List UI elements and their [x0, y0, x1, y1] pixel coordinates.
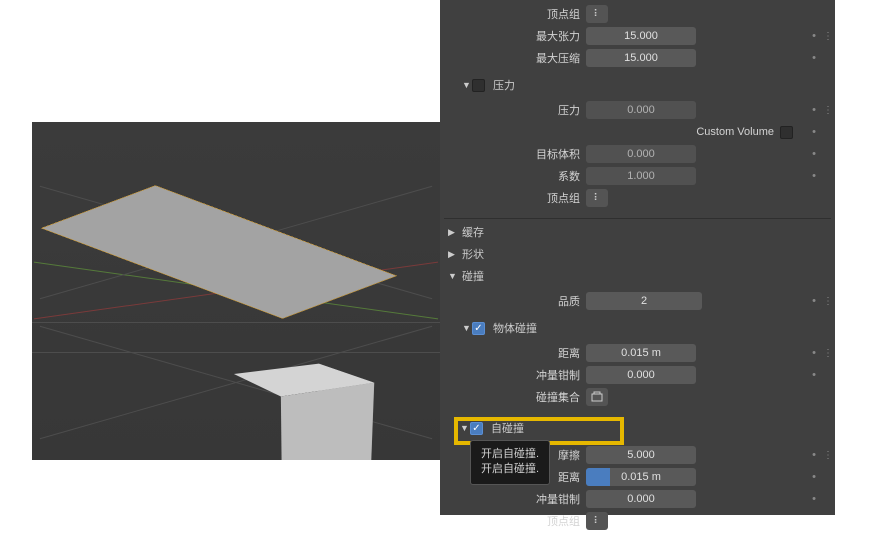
keyframe-dot-icon[interactable]: • — [807, 493, 821, 505]
factor-label: 系数 — [468, 168, 586, 184]
disclosure-triangle-icon — [448, 249, 458, 260]
max-tension-field[interactable]: 15.000 — [586, 27, 696, 45]
self-friction-field[interactable]: 5.000 — [586, 446, 696, 464]
row-menu-icon[interactable]: ⋮ — [821, 348, 835, 359]
mesh-plane[interactable] — [42, 186, 396, 318]
pressure-label: 压力 — [468, 102, 586, 118]
keyframe-dot-icon[interactable]: • — [807, 170, 821, 182]
quality-field[interactable]: 2 — [586, 292, 702, 310]
obj-distance-label: 距离 — [468, 345, 586, 361]
keyframe-dot-icon[interactable]: • — [807, 295, 821, 307]
obj-impulse-field[interactable]: 0.000 — [586, 366, 696, 384]
disclosure-triangle-icon — [448, 227, 458, 238]
keyframe-dot-icon[interactable]: • — [807, 347, 821, 359]
obj-collection-picker[interactable] — [586, 388, 608, 406]
keyframe-dot-icon[interactable]: • — [807, 104, 821, 116]
keyframe-dot-icon[interactable]: • — [807, 148, 821, 160]
obj-impulse-label: 冲量钳制 — [468, 367, 586, 383]
factor-field[interactable]: 1.000 — [586, 167, 696, 185]
viewport-scene — [32, 122, 440, 460]
quality-label: 品质 — [468, 293, 586, 309]
cache-section-header[interactable]: 缓存 — [440, 221, 835, 243]
max-compress-field[interactable]: 15.000 — [586, 49, 696, 67]
obj-collision-checkbox[interactable]: ✓ — [472, 322, 485, 335]
disclosure-triangle-icon — [462, 323, 472, 333]
collection-icon — [591, 391, 603, 403]
self-collision-label: 自碰撞 — [491, 420, 524, 436]
keyframe-dot-icon[interactable]: • — [807, 30, 821, 42]
cache-label: 缓存 — [462, 224, 484, 240]
disclosure-triangle-icon — [462, 80, 472, 90]
viewport-3d[interactable] — [32, 122, 440, 460]
keyframe-dot-icon[interactable]: • — [807, 126, 821, 138]
shape-section-header[interactable]: 形状 — [440, 243, 835, 265]
disclosure-triangle-icon — [460, 423, 470, 433]
self-collision-header[interactable]: ✓ 自碰撞 — [454, 417, 835, 439]
target-volume-label: 目标体积 — [468, 146, 586, 162]
vertex-group-top-label: 顶点组 — [468, 6, 586, 22]
obj-distance-field[interactable]: 0.015 m — [586, 344, 696, 362]
max-tension-label: 最大张力 — [468, 28, 586, 44]
custom-volume-label: Custom Volume — [468, 126, 780, 138]
pressure-vg-picker[interactable]: ⠇ — [586, 189, 608, 207]
self-distance-field[interactable]: 0.015 m — [586, 468, 696, 486]
keyframe-dot-icon[interactable]: • — [807, 52, 821, 64]
tooltip-line: 开启自碰撞. — [481, 447, 539, 462]
keyframe-dot-icon[interactable]: • — [807, 449, 821, 461]
target-volume-field[interactable]: 0.000 — [586, 145, 696, 163]
collision-section-header[interactable]: 碰撞 — [440, 265, 835, 287]
obj-collision-label: 物体碰撞 — [493, 320, 537, 336]
obj-collection-label: 碰撞集合 — [468, 389, 586, 405]
collision-label: 碰撞 — [462, 268, 484, 284]
row-menu-icon[interactable]: ⋮ — [821, 105, 835, 116]
tooltip-line: 开启自碰撞. — [481, 462, 539, 477]
shape-label: 形状 — [462, 246, 484, 262]
pressure-section-header[interactable]: 压力 — [454, 74, 835, 96]
disclosure-triangle-icon — [448, 271, 458, 281]
pressure-vg-label: 顶点组 — [468, 190, 586, 206]
obj-collision-header[interactable]: ✓ 物体碰撞 — [454, 317, 835, 339]
self-vg-label: 顶点组 — [468, 513, 586, 529]
self-impulse-label: 冲量钳制 — [468, 491, 586, 507]
pressure-field[interactable]: 0.000 — [586, 101, 696, 119]
row-menu-icon[interactable]: ⋮ — [821, 450, 835, 461]
pressure-checkbox[interactable] — [472, 79, 485, 92]
keyframe-dot-icon[interactable]: • — [807, 471, 821, 483]
properties-panel: 顶点组 ⠇ 最大张力 15.000 • ⋮ 最大压缩 15.000 • 压力 压… — [440, 0, 835, 515]
self-impulse-field[interactable]: 0.000 — [586, 490, 696, 508]
vertex-group-top-picker[interactable]: ⠇ — [586, 5, 608, 23]
self-collision-checkbox[interactable]: ✓ — [470, 422, 483, 435]
max-compress-label: 最大压缩 — [468, 50, 586, 66]
mesh-cube[interactable] — [252, 377, 352, 460]
pressure-header-label: 压力 — [493, 77, 515, 93]
row-menu-icon[interactable]: ⋮ — [821, 296, 835, 307]
tooltip: 开启自碰撞. 开启自碰撞. — [470, 440, 550, 485]
keyframe-dot-icon[interactable]: • — [807, 369, 821, 381]
custom-volume-checkbox[interactable] — [780, 126, 793, 139]
row-menu-icon[interactable]: ⋮ — [821, 31, 835, 42]
